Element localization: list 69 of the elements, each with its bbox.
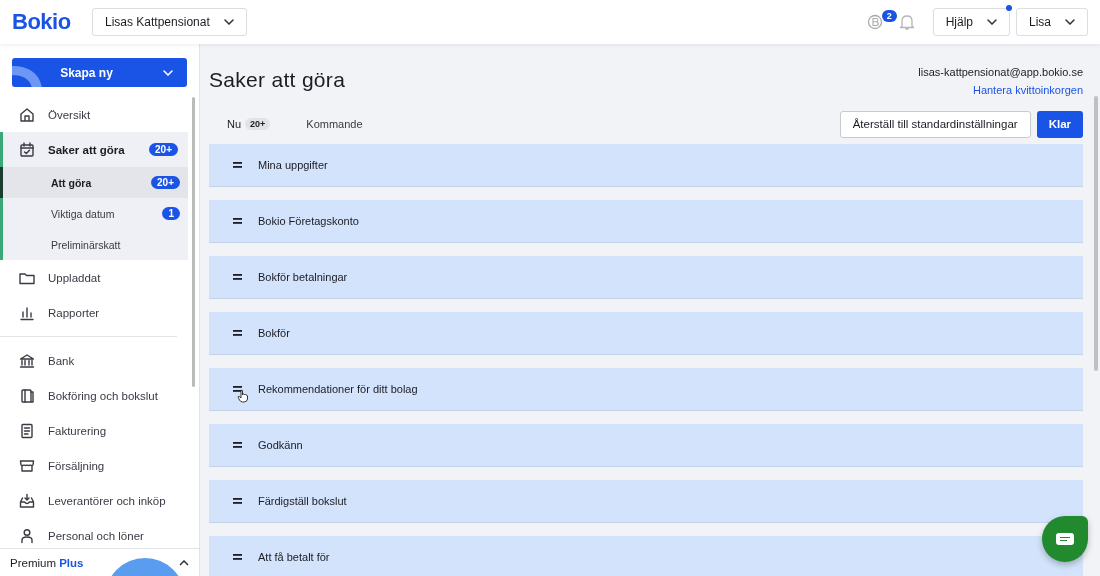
chevron-down-icon [223,19,234,25]
chevron-down-icon [1065,19,1075,25]
section-title: Bokför betalningar [258,271,348,283]
bank-icon [18,351,36,370]
home-icon [18,105,36,124]
sidebar-item[interactable]: Personal och löner [0,518,188,548]
section-title: Bokför [258,327,290,339]
company-dropdown[interactable]: Lisas Kattpensionat [92,8,247,36]
section-row[interactable]: Mina uppgifter [209,144,1083,187]
sidebar-subitem[interactable]: Viktiga datum 1 [0,198,188,229]
chevron-down-icon [162,69,173,76]
done-button[interactable]: Klar [1036,110,1083,138]
tab[interactable]: Kommande [288,110,381,138]
manage-inbox-link[interactable]: Hantera kvittoinkorgen [972,84,1083,96]
person-icon [18,526,36,545]
drag-handle-icon[interactable] [233,218,242,224]
reset-button[interactable]: Återställ till standardinställningar [839,110,1031,138]
drag-handle-icon[interactable] [233,498,242,504]
help-dropdown[interactable]: Hjälp [932,8,1010,36]
tab[interactable]: Nu 20+ [209,110,289,138]
section-title: Att få betalt för [258,551,330,563]
inbox-icon [18,491,36,510]
drag-handle-icon[interactable] [233,162,242,168]
section-title: Mina uppgifter [258,159,328,171]
drag-handle-icon[interactable] [233,442,242,448]
count-badge: 1 [162,207,180,220]
notification-badge: 2 [881,10,897,22]
drag-handle-icon[interactable] [233,330,242,336]
book-icon [18,386,36,405]
chevron-down-icon [987,19,997,25]
section-row[interactable]: Färdigställ bokslut [209,480,1083,523]
section-title: Rekommendationer för ditt bolag [258,383,418,395]
sidebar-subitem[interactable]: Preliminärskatt [0,229,188,260]
document-icon [18,421,36,440]
sidebar-item[interactable]: Leverantörer och inköp [0,483,188,518]
sidebar-item[interactable]: Rapporter [0,295,188,330]
section-row[interactable]: Godkänn [209,424,1083,467]
plan-name: Premium Plus [10,556,85,569]
plan-bar[interactable]: Premium Plus [0,548,199,576]
user-dropdown[interactable]: Lisa [1016,8,1088,36]
drag-handle-icon[interactable] [233,386,242,392]
section-row[interactable]: Bokför [209,312,1083,355]
sidebar-item[interactable]: Försäljning [0,448,188,483]
drag-handle-icon[interactable] [233,274,242,280]
count-badge: 20+ [151,176,180,189]
drag-handle-icon[interactable] [233,554,242,560]
count-badge: 20+ [149,143,178,156]
section-title: Godkänn [258,439,303,451]
inbox-email: lisas-kattpensionat@app.bokio.se [918,66,1083,78]
sidebar-item[interactable]: Bokföring och bokslut [0,378,188,413]
section-row[interactable]: Bokför betalningar [209,256,1083,299]
calendar-icon [18,140,36,159]
section-row[interactable]: Rekommendationer för ditt bolag [209,368,1083,411]
chat-icon [1056,533,1074,545]
sidebar-subitem[interactable]: Att göra 20+ [0,167,188,198]
section-title: Färdigställ bokslut [258,495,347,507]
sidebar-item[interactable]: Fakturering [0,413,188,448]
sidebar-item[interactable]: Uppladdat [0,260,188,295]
sidebar-item[interactable]: Bank [0,343,188,378]
logo[interactable]: Bokio [12,9,92,35]
chevron-up-icon[interactable] [179,559,189,566]
page-title: Saker att göra [209,68,346,92]
sidebar-item[interactable]: Översikt [0,97,188,132]
create-button[interactable]: Skapa ny [12,58,187,87]
section-row[interactable]: Bokio Företagskonto [209,200,1083,243]
hand-cursor-icon [237,389,249,403]
section-row[interactable]: Att få betalt för [209,536,1083,576]
count-badge: 20+ [245,118,271,130]
section-title: Bokio Företagskonto [258,215,359,227]
